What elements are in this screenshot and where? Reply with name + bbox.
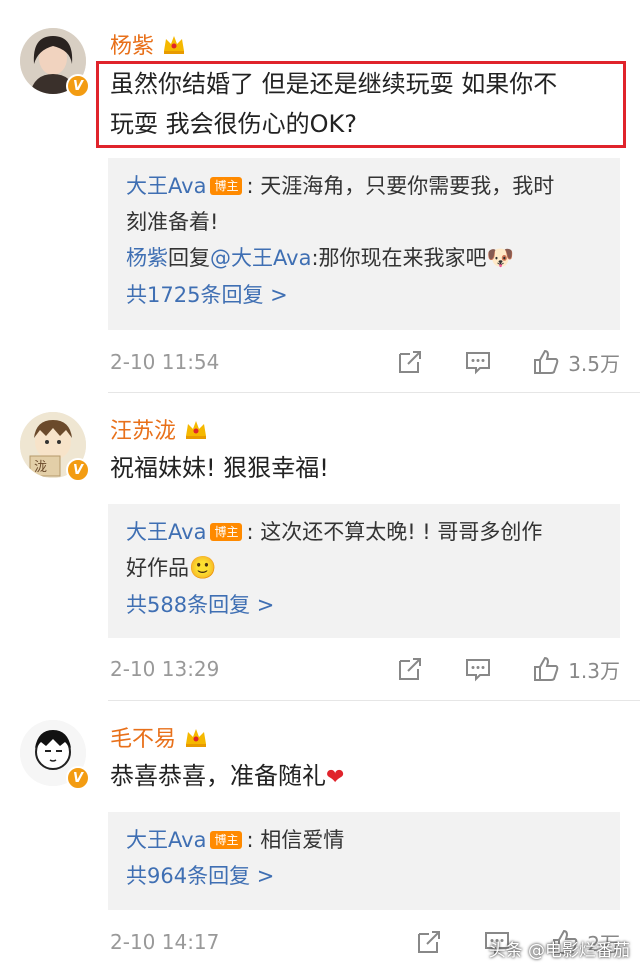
divider bbox=[108, 700, 640, 701]
username[interactable]: 汪苏泷 bbox=[110, 413, 176, 445]
verified-icon: V bbox=[66, 74, 90, 98]
like-icon[interactable] bbox=[532, 655, 560, 683]
watermark: 头条 @电影烂番茄 bbox=[488, 941, 630, 961]
avatar[interactable]: V bbox=[20, 720, 90, 790]
more-replies-link[interactable]: 共1725条回复 > bbox=[126, 277, 602, 313]
crown-icon bbox=[186, 421, 207, 439]
timestamp: 2-10 13:29 bbox=[110, 657, 220, 681]
share-icon[interactable] bbox=[396, 655, 424, 683]
reply-username[interactable]: 大王Ava bbox=[126, 520, 206, 544]
avatar[interactable]: 泷 V bbox=[20, 412, 90, 482]
like-count: 1.3万 bbox=[568, 658, 620, 683]
comment-icon[interactable] bbox=[464, 655, 492, 683]
timestamp: 2-10 11:54 bbox=[110, 350, 220, 374]
reply-box: 大王Ava 博主: 这次还不算太晚! ! 哥哥多创作 好作品🙂 共588条回复 > bbox=[108, 504, 620, 638]
reply-text: : 这次还不算太晚! ! 哥哥多创作 bbox=[246, 520, 543, 544]
reply-username[interactable]: 大王Ava bbox=[126, 828, 206, 852]
reply-text: : 天涯海角，只要你需要我，我时 bbox=[246, 174, 555, 198]
reply-text: :那你现在来我家吧 bbox=[311, 246, 487, 270]
comment-icon[interactable] bbox=[464, 348, 492, 376]
reply-text-cont: 好作品 bbox=[126, 556, 189, 580]
more-replies-link[interactable]: 共588条回复 > bbox=[126, 587, 602, 623]
author-badge: 博主 bbox=[210, 523, 243, 541]
crown-icon bbox=[186, 729, 207, 747]
doge-emoji-icon: 🐶 bbox=[486, 246, 514, 271]
divider bbox=[108, 392, 640, 393]
reply-username[interactable]: 大王Ava bbox=[126, 174, 206, 198]
more-replies-link[interactable]: 共964条回复 > bbox=[126, 858, 602, 894]
username[interactable]: 杨紫 bbox=[110, 28, 154, 60]
verified-icon: V bbox=[66, 766, 90, 790]
verified-icon: V bbox=[66, 458, 90, 482]
crown-icon bbox=[164, 36, 185, 54]
share-icon[interactable] bbox=[396, 348, 424, 376]
username[interactable]: 毛不易 bbox=[110, 721, 176, 753]
reply-verb: 回复 bbox=[168, 246, 210, 270]
comment-text: 祝福妹妹! 狠狠幸福! bbox=[110, 454, 329, 482]
reply-username[interactable]: 杨紫 bbox=[126, 246, 168, 270]
share-icon[interactable] bbox=[415, 928, 443, 956]
comment-text: 恭喜恭喜，准备随礼❤ bbox=[110, 762, 345, 790]
reply-box: 大王Ava 博主: 天涯海角，只要你需要我，我时 刻准备着! 杨紫回复@大王Ava… bbox=[108, 158, 620, 330]
reply-box: 大王Ava 博主: 相信爱情 共964条回复 > bbox=[108, 812, 620, 910]
avatar[interactable]: V bbox=[20, 28, 90, 98]
svg-text:泷: 泷 bbox=[34, 460, 47, 475]
author-badge: 博主 bbox=[210, 177, 243, 195]
reply-text: : 相信爱情 bbox=[246, 828, 345, 852]
comment-text: 虽然你结婚了 但是还是继续玩耍 如果你不 玩耍 我会很伤心的OK? bbox=[110, 70, 558, 138]
smile-emoji-icon: 🙂 bbox=[189, 556, 217, 581]
like-count: 3.5万 bbox=[568, 351, 620, 376]
heart-icon: ❤ bbox=[326, 765, 345, 790]
author-badge: 博主 bbox=[210, 831, 243, 849]
reply-text-cont: 刻准备着! bbox=[126, 210, 219, 234]
timestamp: 2-10 14:17 bbox=[110, 930, 220, 954]
like-icon[interactable] bbox=[532, 348, 560, 376]
mention-link[interactable]: @大王Ava bbox=[210, 246, 311, 270]
